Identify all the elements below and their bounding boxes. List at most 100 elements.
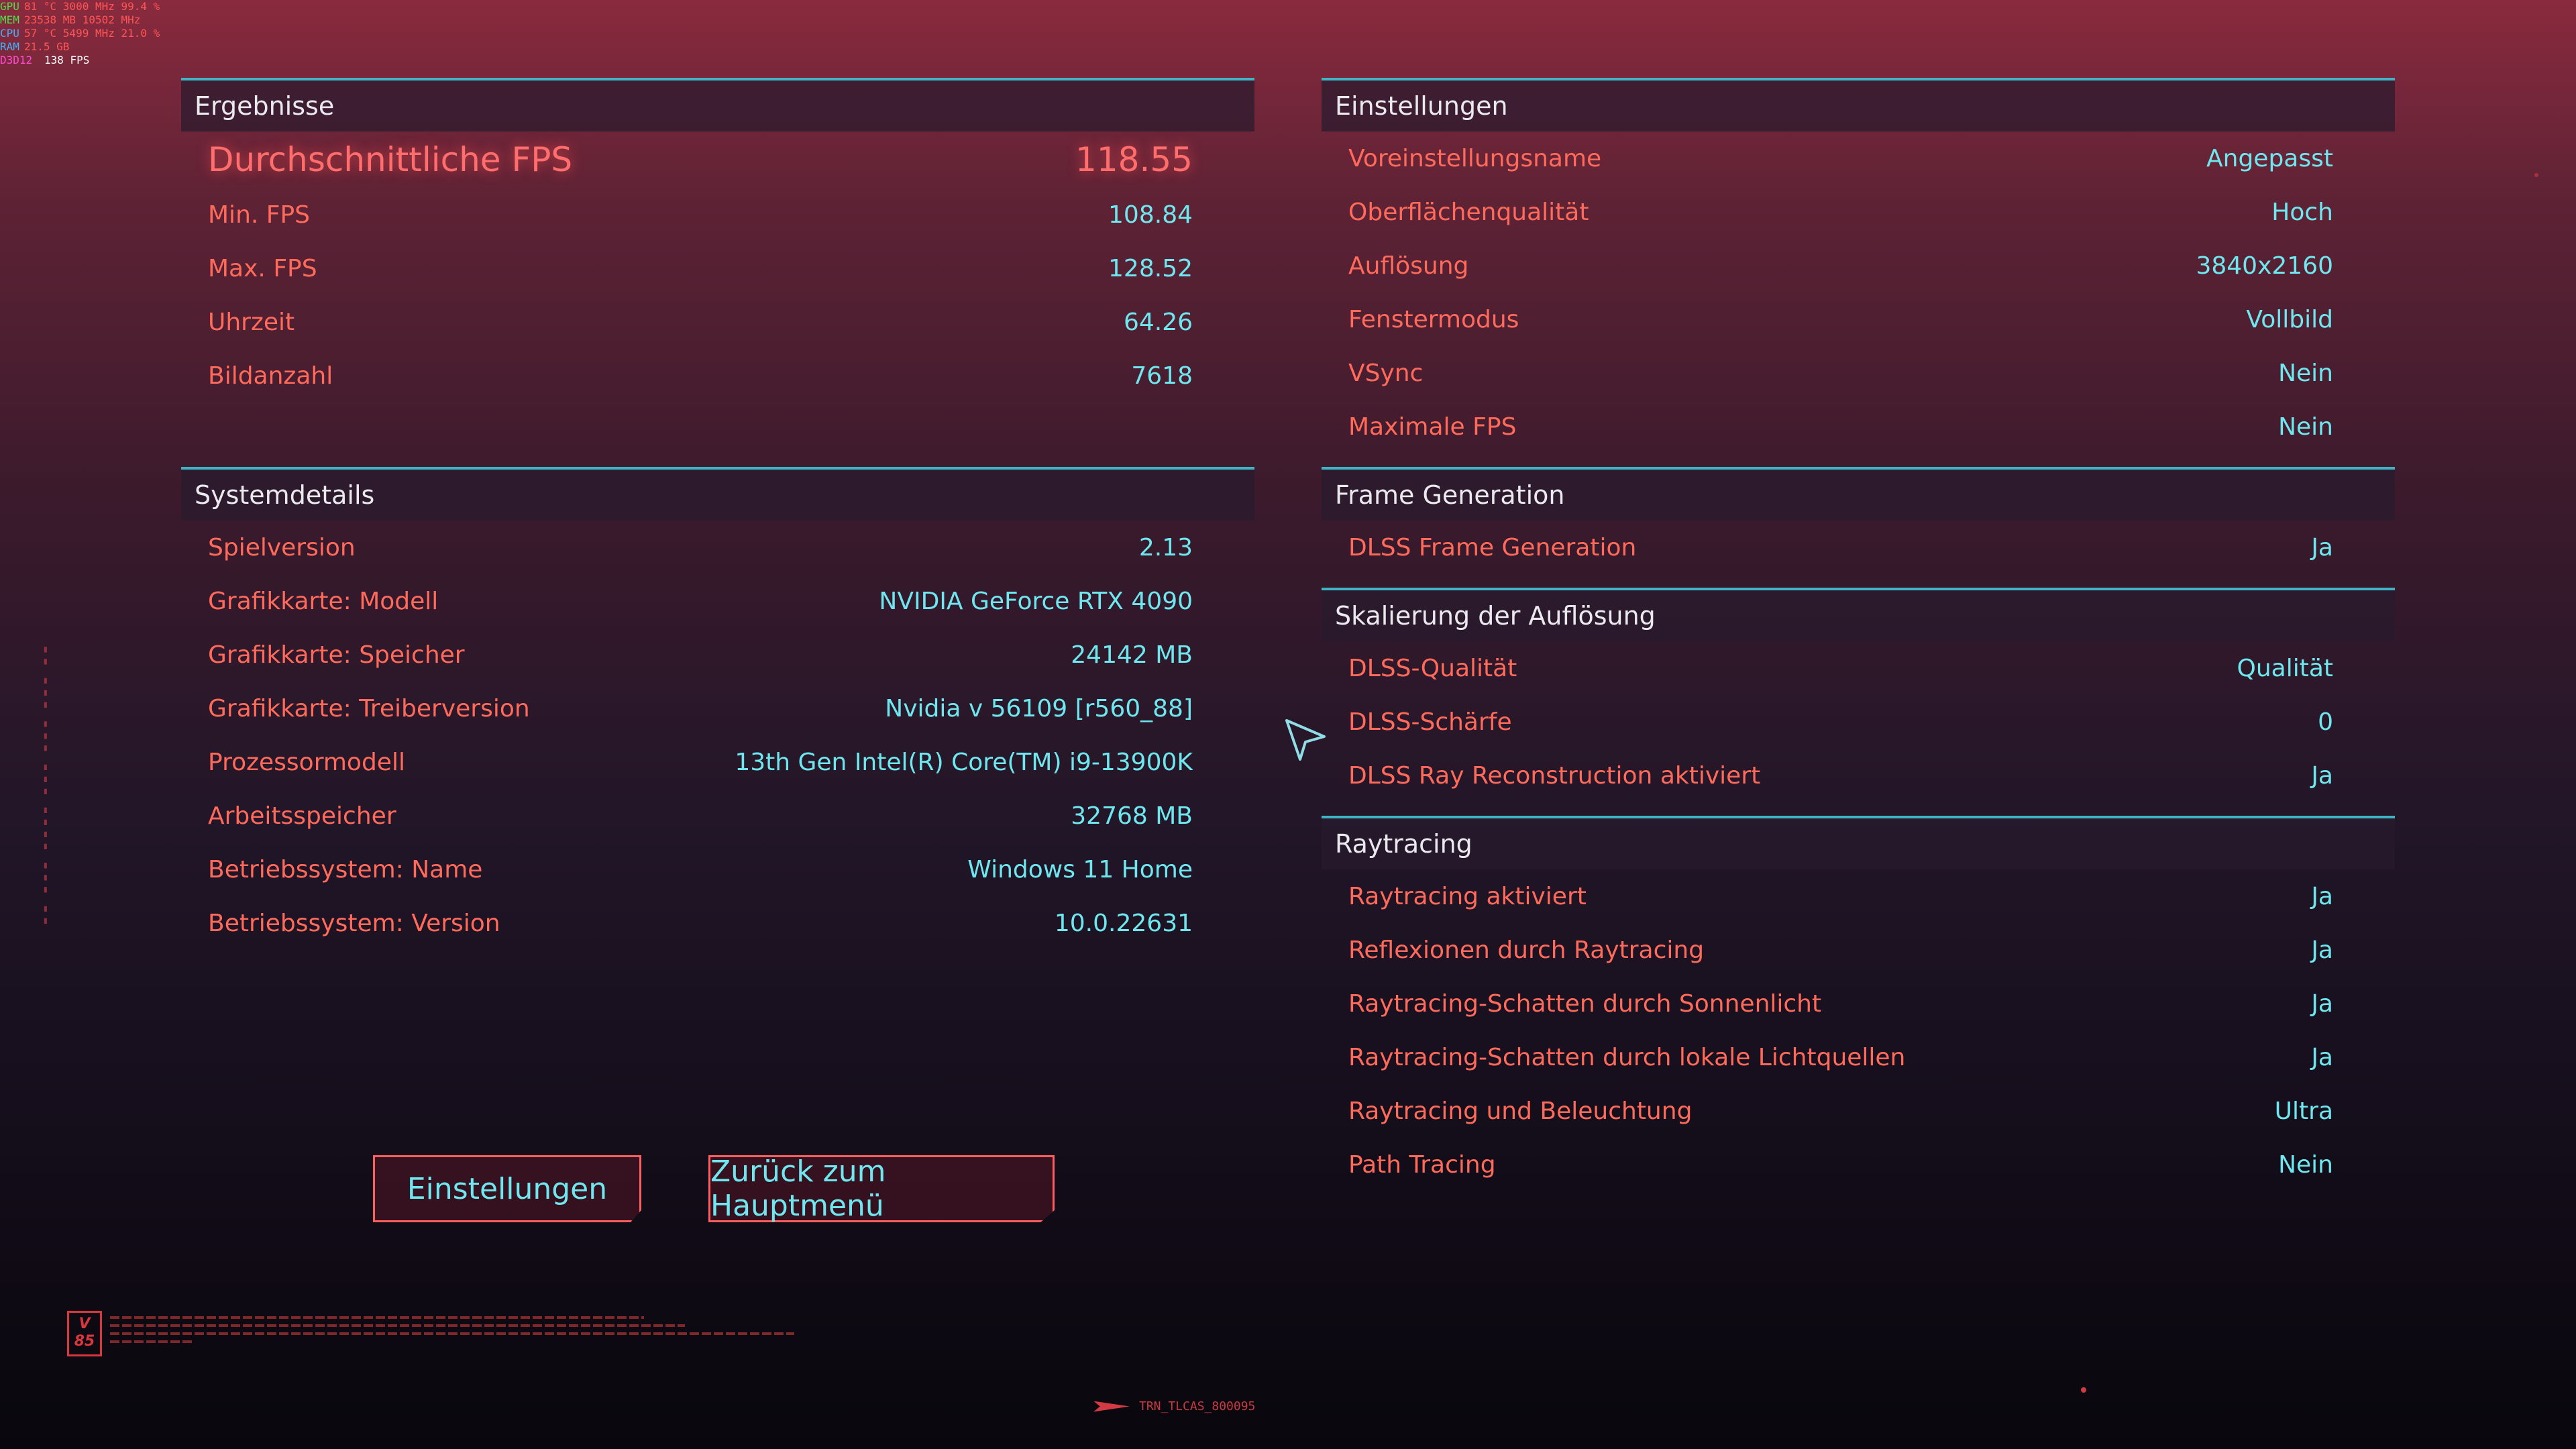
hud-line-mem: MEM 23538 MB 10502 MHz — [0, 13, 160, 27]
build-id-text: TRN_TLCAS_800095 — [1139, 1399, 1256, 1413]
logo-number: 85 — [74, 1333, 95, 1350]
results-panel: Ergebnisse Durchschnittliche FPS 118.55 … — [181, 78, 1254, 402]
frame-generation-row: DLSS Frame Generation Ja — [1322, 521, 2395, 574]
settings-row: Oberflächenqualität Hoch — [1322, 185, 2395, 239]
system-row: Grafikkarte: Modell NVIDIA GeForce RTX 4… — [181, 574, 1254, 628]
row-value: Nein — [2278, 1150, 2333, 1179]
row-value: Angepasst — [2206, 144, 2333, 172]
row-value: Nein — [2278, 359, 2333, 387]
row-value: NVIDIA GeForce RTX 4090 — [879, 587, 1193, 615]
row-label: Path Tracing — [1348, 1150, 1496, 1179]
settings-row: Auflösung 3840x2160 — [1322, 239, 2395, 292]
result-row: Min. FPS 108.84 — [181, 188, 1254, 241]
row-value: 128.52 — [1108, 254, 1193, 282]
row-label: Spielversion — [208, 533, 356, 561]
hud-value: 138 FPS — [44, 54, 90, 66]
raytracing-row: Reflexionen durch Raytracing Ja — [1322, 923, 2395, 977]
row-label: Min. FPS — [208, 201, 311, 229]
hud-label: RAM — [0, 40, 19, 53]
row-label: Bildanzahl — [208, 362, 333, 390]
hud-line-gpu: GPU 81 °C 3000 MHz 99.4 % — [0, 0, 160, 13]
settings-row: Maximale FPS Nein — [1322, 400, 2395, 453]
raytracing-row: Raytracing aktiviert Ja — [1322, 869, 2395, 923]
hud-label: GPU — [0, 0, 19, 13]
system-row: Grafikkarte: Treiberversion Nvidia v 561… — [181, 682, 1254, 735]
result-row: Uhrzeit 64.26 — [181, 295, 1254, 349]
legal-line — [110, 1340, 193, 1343]
row-label: Uhrzeit — [208, 308, 295, 336]
row-label: Grafikkarte: Treiberversion — [208, 694, 530, 722]
hud-value: 23538 MB 10502 MHz — [24, 13, 141, 26]
row-label: Prozessormodell — [208, 748, 405, 776]
row-label: VSync — [1348, 359, 1424, 387]
build-id: TRN_TLCAS_800095 — [1093, 1399, 1255, 1413]
row-label: Betriebssystem: Name — [208, 855, 483, 883]
system-row: Betriebssystem: Version 10.0.22631 — [181, 896, 1254, 950]
row-value: Qualität — [2237, 654, 2333, 682]
row-value: 3840x2160 — [2196, 252, 2333, 280]
row-label: Oberflächenqualität — [1348, 198, 1589, 226]
hud-value: 81 °C 3000 MHz 99.4 % — [24, 0, 160, 13]
settings-row: VSync Nein — [1322, 346, 2395, 400]
row-value: Ja — [2311, 1043, 2333, 1071]
settings-row: Fenstermodus Vollbild — [1322, 292, 2395, 346]
row-label: Durchschnittliche FPS — [208, 140, 573, 179]
legal-line — [110, 1324, 685, 1327]
row-value: Nein — [2278, 413, 2333, 441]
legal-line — [110, 1332, 794, 1335]
result-row-average-fps: Durchschnittliche FPS 118.55 — [181, 131, 1254, 188]
row-label: Maximale FPS — [1348, 413, 1517, 441]
row-label: DLSS Ray Reconstruction aktiviert — [1348, 761, 1761, 790]
system-row: Arbeitsspeicher 32768 MB — [181, 789, 1254, 843]
row-value: 108.84 — [1108, 201, 1193, 229]
hud-label: CPU — [0, 27, 19, 40]
resolution-scaling-panel: Skalierung der Auflösung DLSS-Qualität Q… — [1322, 588, 2395, 802]
raytracing-row: Raytracing-Schatten durch Sonnenlicht Ja — [1322, 977, 2395, 1030]
resolution-scaling-header: Skalierung der Auflösung — [1322, 590, 2395, 641]
row-label: Reflexionen durch Raytracing — [1348, 936, 1705, 964]
performance-overlay: GPU 81 °C 3000 MHz 99.4 % MEM 23538 MB 105… — [0, 0, 160, 67]
row-label: DLSS Frame Generation — [1348, 533, 1637, 561]
row-label: Raytracing-Schatten durch Sonnenlicht — [1348, 989, 1822, 1018]
side-decoration: ▮▮ ▮▮▮ ▮▮▮ ▮▮▮ ▮▮▮▮ ▮▮▮ ▮▮ — [40, 644, 51, 928]
raytracing-panel: Raytracing Raytracing aktiviert Ja Refle… — [1322, 816, 2395, 1191]
scaling-row: DLSS Ray Reconstruction aktiviert Ja — [1322, 749, 2395, 802]
raytracing-row: Path Tracing Nein — [1322, 1138, 2395, 1191]
row-value: Ultra — [2274, 1097, 2333, 1125]
version-logo-icon: V 85 — [67, 1311, 102, 1356]
row-value: 64.26 — [1123, 308, 1193, 336]
scaling-row: DLSS-Qualität Qualität — [1322, 641, 2395, 695]
row-value: Ja — [2311, 761, 2333, 790]
row-value: 32768 MB — [1071, 802, 1193, 830]
cursor-arrow-icon — [1285, 719, 1326, 761]
row-label: Max. FPS — [208, 254, 317, 282]
row-label: Raytracing aktiviert — [1348, 882, 1587, 910]
hud-line-ram: RAM 21.5 GB — [0, 40, 160, 54]
row-label: Arbeitsspeicher — [208, 802, 396, 830]
row-value: Nvidia v 56109 [r560_88] — [885, 694, 1193, 722]
row-value: 118.55 — [1075, 140, 1193, 179]
row-value: 10.0.22631 — [1054, 909, 1193, 937]
system-row: Grafikkarte: Speicher 24142 MB — [181, 628, 1254, 682]
row-label: DLSS-Schärfe — [1348, 708, 1512, 736]
result-row: Bildanzahl 7618 — [181, 349, 1254, 402]
back-to-main-menu-button[interactable]: Zurück zum Hauptmenü — [708, 1155, 1055, 1222]
row-label: Auflösung — [1348, 252, 1469, 280]
settings-row: Voreinstellungsname Angepasst — [1322, 131, 2395, 185]
logo-letter: V — [78, 1316, 91, 1332]
settings-button[interactable]: Einstellungen — [373, 1155, 641, 1222]
hud-line-cpu: CPU 57 °C 5499 MHz 21.0 % — [0, 27, 160, 40]
settings-panel: Einstellungen Voreinstellungsname Angepa… — [1322, 78, 2395, 453]
hud-value: 21.5 GB — [24, 40, 70, 53]
row-value: 13th Gen Intel(R) Core(TM) i9-13900K — [735, 748, 1193, 776]
system-row: Betriebssystem: Name Windows 11 Home — [181, 843, 1254, 896]
settings-header: Einstellungen — [1322, 80, 2395, 131]
row-label: Betriebssystem: Version — [208, 909, 500, 937]
row-label: Raytracing-Schatten durch lokale Lichtqu… — [1348, 1043, 1906, 1071]
row-value: 0 — [2318, 708, 2333, 736]
hud-value: 57 °C 5499 MHz 21.0 % — [24, 27, 160, 40]
row-value: Ja — [2311, 936, 2333, 964]
row-label: Grafikkarte: Modell — [208, 587, 439, 615]
row-label: Raytracing und Beleuchtung — [1348, 1097, 1693, 1125]
frame-generation-panel: Frame Generation DLSS Frame Generation J… — [1322, 467, 2395, 574]
